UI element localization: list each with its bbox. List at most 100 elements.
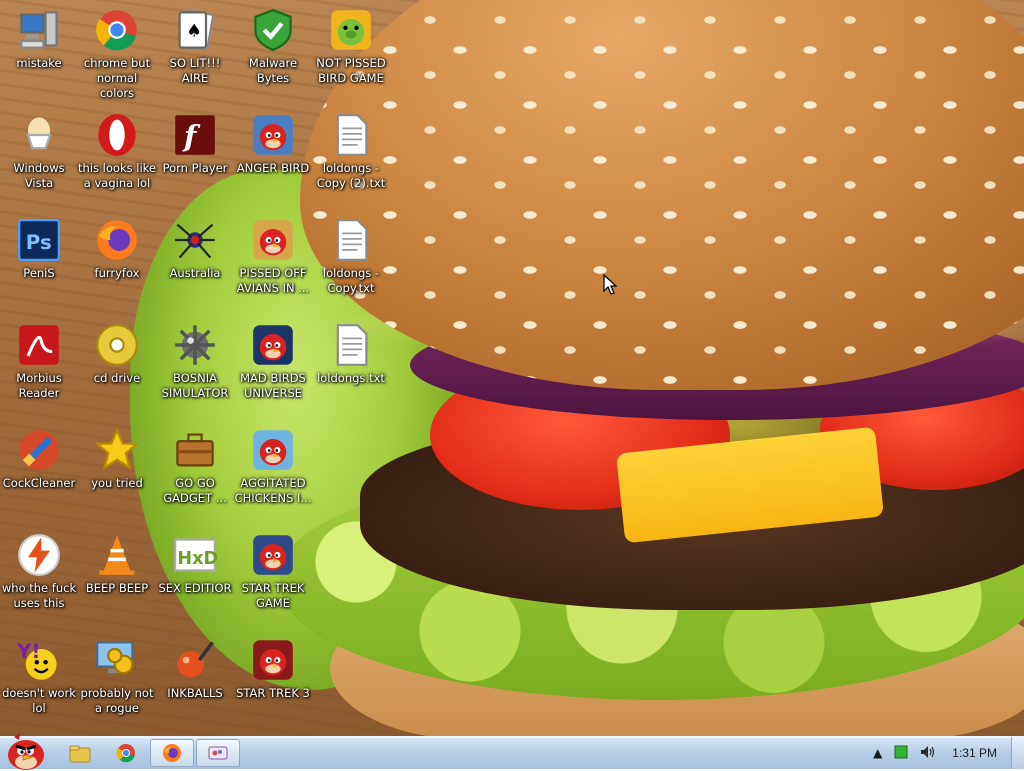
desktop-icon[interactable]: cd drive — [78, 323, 156, 386]
desktop-icon-label: STAR TREK GAME — [241, 581, 305, 610]
desktop-icon[interactable]: ANGER BIRD — [234, 113, 312, 176]
taskbar-firefox-button[interactable] — [150, 739, 194, 767]
clock[interactable]: 1:31 PM — [952, 746, 997, 760]
desktop-icon[interactable]: AGGITATED CHICKENS I... — [234, 428, 312, 506]
star-icon — [95, 428, 139, 472]
desktop-icon[interactable]: STAR TREK GAME — [234, 533, 312, 611]
desktop-icon[interactable]: Morbius Reader — [0, 323, 78, 401]
desktop-icon-label: AGGITATED CHICKENS I... — [234, 476, 312, 505]
desktop-icon[interactable]: CockCleaner — [0, 428, 78, 491]
network-icon[interactable] — [894, 745, 908, 762]
rio-bird-icon — [251, 428, 295, 472]
spider-icon — [173, 218, 217, 262]
ccleaner-icon — [17, 428, 61, 472]
desktop-icon[interactable]: this looks like a vagina lol — [78, 113, 156, 191]
desktop-icon-label: loldongs - Copy (2).txt — [316, 161, 386, 190]
taskbar-paint-button[interactable] — [196, 739, 240, 767]
desktop-icon[interactable]: mistake — [0, 8, 78, 71]
computer-icon — [17, 8, 61, 52]
desktop-icon[interactable]: STAR TREK 3 — [234, 638, 312, 701]
desktop-icon[interactable]: ♠ SO LIT!!! AIRE — [156, 8, 234, 86]
desktop-icon[interactable]: f Porn Player — [156, 113, 234, 176]
desktop-icon-label: BEEP BEEP — [85, 581, 149, 595]
desktop-icon[interactable]: INKBALLS — [156, 638, 234, 701]
desktop-icon[interactable]: HxD SEX EDITIOR — [156, 533, 234, 596]
space-bird-icon — [251, 323, 295, 367]
egg-cup-icon — [17, 113, 61, 157]
desktop-icon[interactable]: Ps PeniS — [0, 218, 78, 281]
desktop-icon-label: STAR TREK 3 — [236, 686, 310, 700]
inkball-icon — [173, 638, 217, 682]
hxd-icon: HxD — [173, 533, 217, 577]
desktop-icon[interactable]: Y! doesn't work lol — [0, 638, 78, 716]
desktop-icon[interactable]: chrome but normal colors — [78, 8, 156, 101]
desktop-icon[interactable]: NOT PISSED BIRD GAME — [312, 8, 390, 86]
shield-check-icon — [251, 8, 295, 52]
desktop-icon[interactable]: probably not a rogue — [78, 638, 156, 716]
desktop-icon[interactable]: GO GO GADGET ... — [156, 428, 234, 506]
volume-icon[interactable] — [920, 745, 936, 762]
desktop-icon-label: PISSED OFF AVIANS IN ... — [236, 266, 310, 295]
red-bird-icon — [251, 113, 295, 157]
desktop-icon[interactable]: you tried — [78, 428, 156, 491]
firefox-icon — [95, 218, 139, 262]
desktop-icon-label: Malware Bytes — [248, 56, 298, 85]
flash-icon: f — [173, 113, 217, 157]
show-hidden-icons-button[interactable]: ▲ — [873, 746, 882, 760]
star-wars-bird-icon — [251, 533, 295, 577]
desktop: mistake chrome but normal colors ♠ SO LIT!!… — [0, 0, 1024, 736]
desktop-icon[interactable]: loldongs - Copy.txt — [312, 218, 390, 296]
desktop-icon-label: loldongs.txt — [317, 371, 385, 385]
desktop-icon[interactable]: Australia — [156, 218, 234, 281]
svg-text:Y!: Y! — [17, 640, 40, 663]
firefox-icon — [163, 744, 181, 762]
desktop-icon-label: who the fuck uses this — [1, 581, 77, 610]
angry-bird-start-icon — [8, 733, 44, 770]
desktop-icon-label: SO LIT!!! AIRE — [169, 56, 221, 85]
desktop-icon[interactable]: loldongs - Copy (2).txt — [312, 113, 390, 191]
desktop-icon[interactable]: PISSED OFF AVIANS IN ... — [234, 218, 312, 296]
desktop-icon[interactable]: Malware Bytes — [234, 8, 312, 86]
desktop-icon-label: probably not a rogue — [80, 686, 154, 715]
vlc-cone-icon — [95, 533, 139, 577]
desktop-icon-label: mistake — [16, 56, 62, 70]
start-button[interactable] — [2, 731, 50, 771]
desktop-icon-label: Porn Player — [162, 161, 228, 175]
desktop-icon-label: GO GO GADGET ... — [163, 476, 227, 505]
desktop-icon-label: Morbius Reader — [16, 371, 62, 400]
opera-icon — [95, 113, 139, 157]
desktop-icon-label: ANGER BIRD — [236, 161, 310, 175]
cd-icon — [95, 323, 139, 367]
chrome-icon — [116, 744, 135, 763]
desktop-icon-label: MAD BIRDS UNIVERSE — [240, 371, 306, 400]
desktop-icon[interactable]: furryfox — [78, 218, 156, 281]
desktop-icon-label: SEX EDITIOR — [158, 581, 232, 595]
taskbar-chrome-button[interactable] — [104, 739, 148, 767]
svg-text:♠: ♠ — [186, 22, 202, 42]
photoshop-icon: Ps — [17, 218, 61, 262]
desktop-icon[interactable]: BOSNIA SIMULATOR — [156, 323, 234, 401]
desktop-icon-label: chrome but normal colors — [83, 56, 151, 100]
desktop-icon-label: CockCleaner — [2, 476, 76, 490]
mine-icon — [173, 323, 217, 367]
desktop-icon-label: you tried — [91, 476, 143, 490]
text-file-icon — [329, 323, 373, 367]
show-desktop-button[interactable] — [1011, 737, 1024, 769]
desktop-icon[interactable]: BEEP BEEP — [78, 533, 156, 596]
lightning-icon — [17, 533, 61, 577]
desktop-icon-label: NOT PISSED BIRD GAME — [316, 56, 386, 85]
taskbar-explorer-button[interactable] — [58, 739, 102, 767]
desktop-icon[interactable]: Windows Vista — [0, 113, 78, 191]
desktop-icon[interactable]: loldongs.txt — [312, 323, 390, 386]
desktop-icon[interactable]: MAD BIRDS UNIVERSE — [234, 323, 312, 401]
green-pig-icon — [329, 8, 373, 52]
desktop-icon-label: Windows Vista — [13, 161, 65, 190]
star-wars-bird-2-icon — [251, 638, 295, 682]
mouse-cursor-icon — [603, 274, 617, 295]
desktop-icon[interactable]: who the fuck uses this — [0, 533, 78, 611]
yahoo-icon: Y! — [17, 638, 61, 682]
seasons-bird-icon — [251, 218, 295, 262]
desktop-icon-label: Australia — [169, 266, 221, 280]
desktop-icon-label: this looks like a vagina lol — [78, 161, 156, 190]
taskbar: ▲ 1:31 PM — [0, 733, 1024, 770]
